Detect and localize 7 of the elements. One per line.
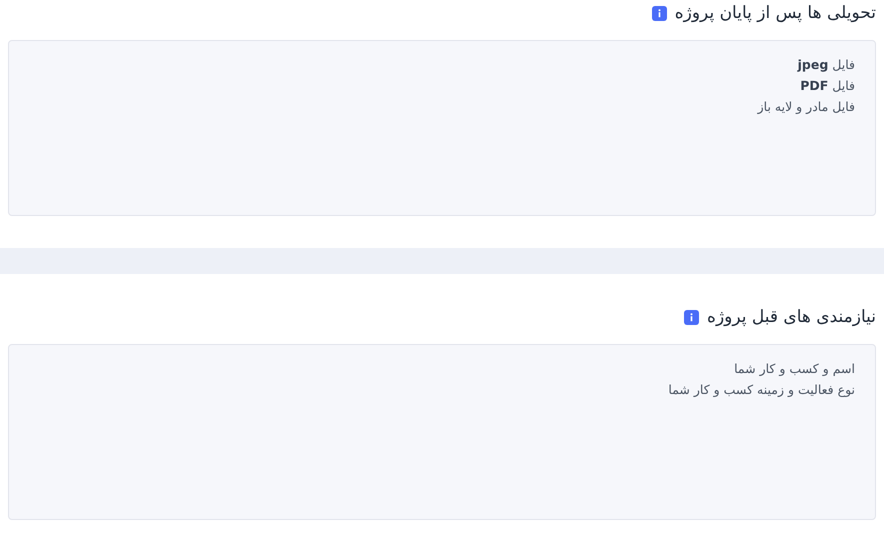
info-icon bbox=[652, 6, 667, 20]
section-title: تحویلی ها پس از پایان پروژه bbox=[674, 3, 876, 23]
section-title: نیازمندی های قبل پروژه bbox=[707, 307, 876, 327]
info-icon bbox=[684, 310, 700, 324]
text-line: اسم و کسب و کار شما bbox=[734, 360, 855, 378]
text-line: نوع فعالیت و زمینه کسب و کار شما bbox=[668, 381, 855, 399]
text-line: فایل مادر و لایه باز bbox=[758, 98, 855, 116]
